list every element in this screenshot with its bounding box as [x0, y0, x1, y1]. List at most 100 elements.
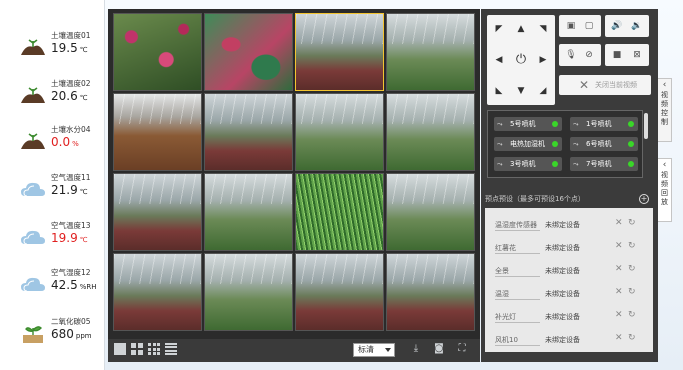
video-tile[interactable] — [113, 253, 202, 331]
sensor-value: 20.6 ℃ — [51, 89, 88, 103]
preset-name[interactable]: 风机10 — [495, 335, 540, 346]
picture-icon[interactable]: ▣ — [562, 18, 580, 34]
sprayer-icon: ⤳ — [573, 160, 579, 168]
video-tile[interactable] — [295, 93, 384, 171]
video-tile[interactable] — [386, 93, 475, 171]
layout-1x1-icon[interactable] — [114, 343, 126, 355]
sensor-item[interactable]: 二氧化碳05 680 ppm — [20, 310, 102, 354]
video-tile[interactable] — [113, 93, 202, 171]
sensor-label: 土壤温度02 — [51, 79, 91, 88]
preset-name[interactable]: 温湿 — [495, 289, 540, 300]
sensor-item[interactable]: 空气湿度12 42.5 %RH — [20, 261, 102, 305]
video-record-icon[interactable]: ■ — [608, 47, 626, 63]
valve-scrollbar[interactable] — [644, 113, 648, 139]
ptz-down-right-icon[interactable]: ◢ — [533, 81, 553, 101]
delete-icon[interactable]: ✕ — [615, 310, 623, 320]
layout-4x4-icon[interactable] — [165, 343, 177, 355]
sensor-value: 42.5 %RH — [51, 278, 97, 292]
microphone-icon[interactable]: 🎙 — [562, 47, 580, 63]
video-tile[interactable] — [204, 253, 293, 331]
preset-name[interactable]: 全景 — [495, 266, 540, 277]
add-preset-icon[interactable]: + — [639, 194, 649, 204]
valve-toggle[interactable]: ⤳ 1号喷机 — [570, 117, 638, 131]
refresh-icon[interactable]: ↻ — [628, 333, 636, 343]
greenhouse-roof-overlay — [205, 254, 292, 285]
valve-toggle[interactable]: ⤳ 7号喷机 — [570, 157, 638, 171]
preset-name[interactable]: 红薯花 — [495, 243, 540, 254]
valve-toggle[interactable]: ⤳ 6号喷机 — [570, 137, 638, 151]
valve-toggle[interactable]: ⤳ 3号喷机 — [494, 157, 562, 171]
video-tile[interactable] — [386, 13, 475, 91]
delete-icon[interactable]: ✕ — [615, 218, 623, 228]
preset-row[interactable]: 红薯花 未绑定设备 ✕ ↻ — [485, 237, 653, 259]
valve-toggle[interactable]: ⤳ 电热加湿机 — [494, 137, 562, 151]
refresh-icon[interactable]: ↻ — [628, 264, 636, 274]
greenhouse-roof-overlay — [296, 254, 383, 285]
sensor-item[interactable]: 土壤温度02 20.6 ℃ — [20, 72, 102, 116]
greenhouse-roof-overlay — [296, 94, 383, 125]
microphone-mute-icon[interactable]: ⊘ — [580, 47, 598, 63]
ptz-up-left-icon[interactable]: ◤ — [489, 19, 509, 39]
ptz-down-icon[interactable]: ▼ — [511, 81, 531, 101]
volume-up-icon[interactable]: 🔊 — [608, 18, 626, 34]
video-tile[interactable] — [295, 13, 384, 91]
tab-video-playback[interactable]: ‹ 视频回放 — [658, 158, 672, 222]
preset-row[interactable]: 全景 未绑定设备 ✕ ↻ — [485, 260, 653, 282]
sensor-value-number: 19.5 — [51, 41, 78, 55]
volume-down-icon[interactable]: 🔉 — [628, 18, 646, 34]
video-tile[interactable] — [295, 253, 384, 331]
video-tile[interactable] — [113, 13, 202, 91]
preset-row[interactable]: 补光灯 未绑定设备 ✕ ↻ — [485, 306, 653, 328]
video-record-off-icon[interactable]: ⊠ — [628, 47, 646, 63]
close-current-video-button[interactable]: ✕ 关闭当前视频 — [559, 75, 651, 95]
ptz-up-right-icon[interactable]: ◥ — [533, 19, 553, 39]
ptz-left-icon[interactable]: ◀ — [489, 50, 509, 70]
refresh-icon[interactable]: ↻ — [628, 310, 636, 320]
sensor-item[interactable]: 空气温度11 21.9 ℃ — [20, 166, 102, 210]
ptz-reset-icon[interactable]: ⏻ — [511, 50, 531, 70]
preset-status: 未绑定设备 — [545, 221, 580, 229]
sensor-unit: ℃ — [79, 94, 88, 102]
ptz-down-left-icon[interactable]: ◣ — [489, 81, 509, 101]
fullscreen-icon[interactable]: ⛶ — [456, 343, 468, 355]
layout-3x3-icon[interactable] — [148, 343, 160, 355]
sensor-item[interactable]: 土壤温度01 19.5 ℃ — [20, 24, 102, 68]
refresh-icon[interactable]: ↻ — [628, 218, 636, 228]
video-tile[interactable] — [386, 253, 475, 331]
screen-icon[interactable]: ▢ — [580, 18, 598, 34]
refresh-icon[interactable]: ↻ — [628, 241, 636, 251]
tab-video-control[interactable]: ‹ 视频控制 — [658, 78, 672, 142]
preset-row[interactable]: 温湿 未绑定设备 ✕ ↻ — [485, 283, 653, 305]
video-tile[interactable] — [204, 93, 293, 171]
ptz-right-icon[interactable]: ▶ — [533, 50, 553, 70]
quality-select[interactable]: 标清 — [353, 343, 395, 357]
sensor-item[interactable]: 土壤水分04 0.0% — [20, 118, 102, 162]
video-tile[interactable] — [204, 173, 293, 251]
preset-row[interactable]: 温湿度传感器 未绑定设备 ✕ ↻ — [485, 214, 653, 236]
valve-toggle[interactable]: ⤳ 5号喷机 — [494, 117, 562, 131]
delete-icon[interactable]: ✕ — [615, 287, 623, 297]
valve-label: 电热加湿机 — [510, 140, 545, 148]
video-tile[interactable] — [386, 173, 475, 251]
refresh-icon[interactable]: ↻ — [628, 287, 636, 297]
video-tile[interactable] — [295, 173, 384, 251]
layout-2x2-icon[interactable] — [131, 343, 143, 355]
valve-list: ⤳ 5号喷机 ⤳ 1号喷机 ⤳ 电热加湿机 ⤳ 6号喷机 ⤳ 3号喷机 ⤳ 7号喷机 — [487, 110, 643, 178]
download-icon[interactable]: ⤓ — [410, 343, 422, 355]
picture-button-group: ▣ ▢ — [559, 15, 601, 37]
preset-row[interactable]: 风机10 未绑定设备 ✕ ↻ — [485, 329, 653, 351]
sensor-item[interactable]: 空气温度13 19.9 ℃ — [20, 214, 102, 258]
delete-icon[interactable]: ✕ — [615, 241, 623, 251]
sensor-label: 空气温度11 — [51, 173, 91, 182]
preset-name[interactable]: 温湿度传感器 — [495, 220, 540, 231]
delete-icon[interactable]: ✕ — [615, 264, 623, 274]
video-tile[interactable] — [113, 173, 202, 251]
ptz-up-icon[interactable]: ▲ — [511, 19, 531, 39]
preset-name[interactable]: 补光灯 — [495, 312, 540, 323]
sensor-value: 21.9 ℃ — [51, 183, 88, 197]
sensor-value: 0.0% — [51, 135, 79, 149]
delete-icon[interactable]: ✕ — [615, 333, 623, 343]
camera-snapshot-icon[interactable]: ◙ — [433, 343, 445, 355]
video-tile[interactable] — [204, 13, 293, 91]
valve-label: 1号喷机 — [586, 120, 612, 128]
